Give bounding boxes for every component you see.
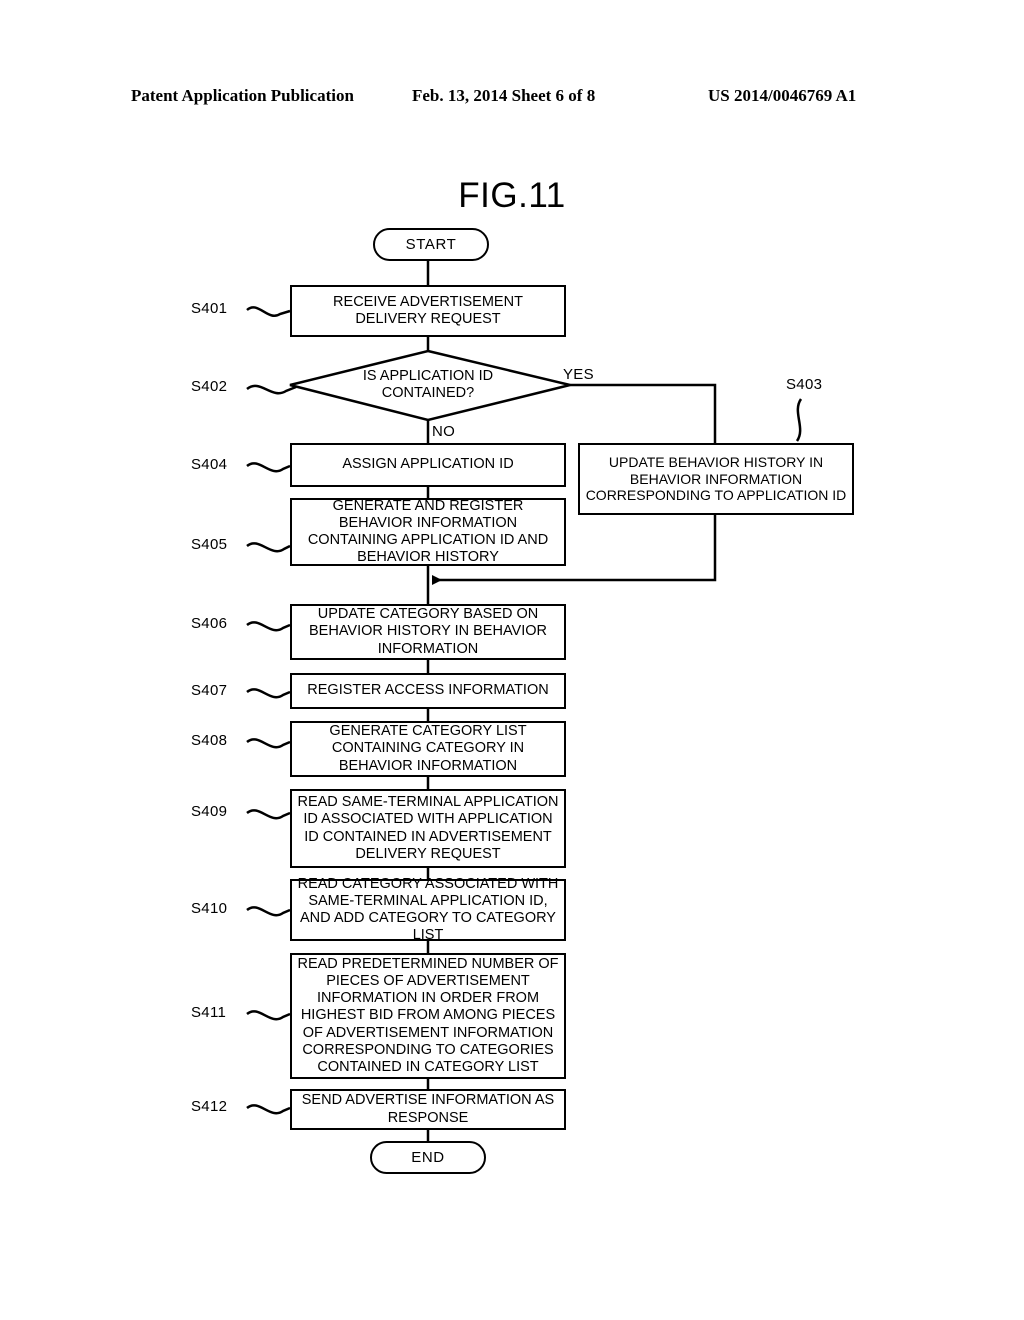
process-box-s401[interactable]: RECEIVE ADVERTISEMENT DELIVERY REQUEST (290, 285, 566, 337)
decision-diamond-s402 (289, 349, 571, 422)
process-box-s410[interactable]: READ CATEGORY ASSOCIATED WITH SAME-TERMI… (290, 875, 566, 944)
process-box-s403[interactable]: UPDATE BEHAVIOR HISTORY IN BEHAVIOR INFO… (578, 443, 854, 515)
leader-s407 (246, 688, 291, 699)
process-box-s409-label: READ SAME-TERMINAL APPLICATION ID ASSOCI… (297, 794, 559, 862)
leader-s401 (246, 306, 291, 317)
leader-s409 (246, 809, 291, 820)
step-number-s412: S412 (191, 1098, 228, 1115)
process-box-s410-label: READ CATEGORY ASSOCIATED WITH SAME-TERMI… (297, 875, 559, 944)
process-box-s408[interactable]: GENERATE CATEGORY LIST CONTAINING CATEGO… (290, 721, 566, 777)
process-box-s404-label: ASSIGN APPLICATION ID (342, 456, 514, 473)
branch-label-no: NO (432, 423, 456, 440)
step-number-s406: S406 (191, 615, 228, 632)
process-box-s404[interactable]: ASSIGN APPLICATION ID (290, 443, 566, 487)
step-number-s411: S411 (191, 1004, 227, 1021)
step-number-s410: S410 (191, 900, 228, 917)
process-box-s412-label: SEND ADVERTISE INFORMATION AS RESPONSE (301, 1092, 555, 1126)
leader-s403 (795, 398, 803, 442)
process-box-s407-label: REGISTER ACCESS INFORMATION (307, 682, 549, 699)
step-number-s407: S407 (191, 682, 228, 699)
leader-s410 (246, 906, 291, 917)
leader-s408 (246, 738, 291, 749)
process-box-s406-label: UPDATE CATEGORY BASED ON BEHAVIOR HISTOR… (309, 606, 547, 657)
process-box-s407[interactable]: REGISTER ACCESS INFORMATION (290, 673, 566, 709)
leader-s411 (246, 1010, 291, 1021)
leader-s406 (246, 621, 291, 632)
step-number-s402: S402 (191, 378, 228, 395)
connector-s402-yes-to-s403 (570, 383, 717, 443)
process-box-s406[interactable]: UPDATE CATEGORY BASED ON BEHAVIOR HISTOR… (290, 604, 566, 660)
leader-s404 (246, 462, 291, 473)
leader-s412 (246, 1104, 291, 1115)
terminal-start[interactable]: START (373, 228, 489, 261)
terminal-end[interactable]: END (370, 1141, 486, 1174)
process-box-s411[interactable]: READ PREDETERMINED NUMBER OF PIECES OF A… (290, 953, 566, 1079)
terminal-start-label: START (405, 236, 457, 253)
step-number-s403: S403 (786, 376, 823, 393)
process-box-s409[interactable]: READ SAME-TERMINAL APPLICATION ID ASSOCI… (290, 789, 566, 868)
step-number-s408: S408 (191, 732, 228, 749)
process-box-s408-label: GENERATE CATEGORY LIST CONTAINING CATEGO… (329, 723, 527, 774)
step-number-s409: S409 (191, 803, 228, 820)
step-number-s405: S405 (191, 536, 228, 553)
step-number-s404: S404 (191, 456, 228, 473)
process-box-s412[interactable]: SEND ADVERTISE INFORMATION AS RESPONSE (290, 1089, 566, 1130)
process-box-s411-label: READ PREDETERMINED NUMBER OF PIECES OF A… (297, 956, 559, 1075)
step-number-s401: S401 (191, 300, 228, 317)
process-box-s405-label: GENERATE AND REGISTER BEHAVIOR INFORMATI… (307, 497, 549, 566)
terminal-end-label: END (411, 1149, 445, 1166)
branch-label-yes: YES (563, 366, 594, 383)
process-box-s405[interactable]: GENERATE AND REGISTER BEHAVIOR INFORMATI… (290, 498, 566, 566)
leader-s402 (246, 384, 297, 395)
process-box-s403-label: UPDATE BEHAVIOR HISTORY IN BEHAVIOR INFO… (585, 454, 847, 504)
process-box-s401-label: RECEIVE ADVERTISEMENT DELIVERY REQUEST (333, 293, 523, 327)
leader-s405 (246, 542, 291, 553)
